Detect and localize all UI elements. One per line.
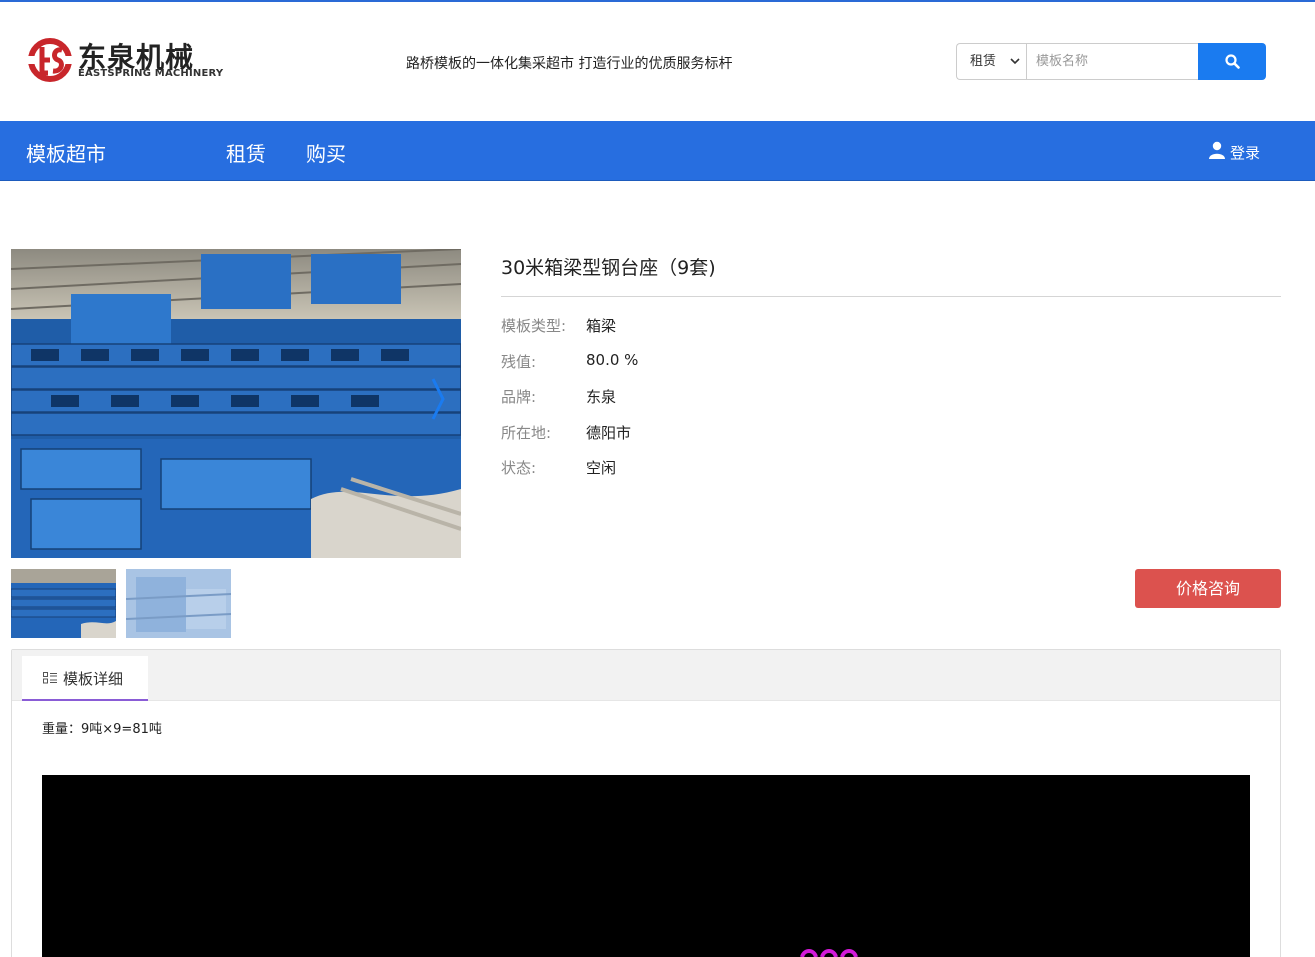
search-icon	[1225, 54, 1240, 69]
logo-english-name: EASTSPRING MACHINERY	[78, 68, 224, 79]
login-label: 登录	[1230, 144, 1261, 162]
attr-label-type: 模板类型:	[501, 317, 567, 335]
detail-video[interactable]	[42, 775, 1250, 957]
search-type-value: 租赁	[970, 54, 997, 69]
detail-panel: 模板详细 重量：9吨×9=81吨	[11, 649, 1281, 957]
attr-value-residual: 80.0 %	[586, 351, 639, 369]
site-slogan: 路桥模板的一体化集采超市 打造行业的优质服务标杆	[406, 56, 733, 72]
site-header: 东泉机械 EASTSPRING MACHINERY 路桥模板的一体化集采超市 打…	[0, 2, 1315, 121]
nav-item-buy[interactable]: 购买	[306, 138, 346, 167]
user-icon	[1209, 141, 1225, 159]
attr-label-residual: 残值:	[501, 353, 537, 371]
tab-details[interactable]: 模板详细	[22, 656, 148, 701]
detail-tab-bar: 模板详细	[12, 650, 1280, 701]
search-bar: 租赁 模板名称	[956, 43, 1266, 80]
search-input[interactable]: 模板名称	[1026, 43, 1199, 80]
chevron-down-icon	[1010, 58, 1020, 65]
video-frame	[42, 775, 1250, 957]
product-main-image[interactable]	[11, 249, 461, 558]
logo-mark-icon	[26, 38, 74, 82]
attr-value-type: 箱梁	[586, 317, 617, 335]
list-icon	[43, 672, 57, 684]
thumbnail-photo-1	[11, 569, 116, 638]
product-title: 30米箱梁型钢台座（9套)	[501, 257, 716, 279]
attr-value-brand: 东泉	[586, 388, 617, 406]
detail-weight-text: 重量：9吨×9=81吨	[42, 722, 162, 737]
product-thumbnail-1[interactable]	[11, 569, 116, 638]
main-nav: 模板超市 租赁 购买 登录	[0, 121, 1315, 181]
thumbnail-photo-2	[126, 569, 231, 638]
price-inquiry-button[interactable]: 价格咨询	[1135, 569, 1281, 608]
search-button[interactable]	[1198, 43, 1266, 80]
attr-label-status: 状态:	[501, 459, 537, 477]
nav-brand[interactable]: 模板超市	[26, 138, 106, 167]
attr-label-brand: 品牌:	[501, 388, 537, 406]
search-type-select[interactable]: 租赁	[956, 43, 1026, 80]
attr-value-location: 德阳市	[586, 424, 632, 442]
title-divider	[501, 296, 1281, 297]
tab-details-label: 模板详细	[63, 670, 124, 688]
product-photo	[11, 249, 461, 558]
site-logo[interactable]: 东泉机械 EASTSPRING MACHINERY	[26, 38, 223, 82]
product-thumbnail-2[interactable]	[126, 569, 231, 638]
attr-label-location: 所在地:	[501, 424, 552, 442]
nav-item-rent[interactable]: 租赁	[226, 138, 266, 167]
attr-value-status: 空闲	[586, 459, 617, 477]
